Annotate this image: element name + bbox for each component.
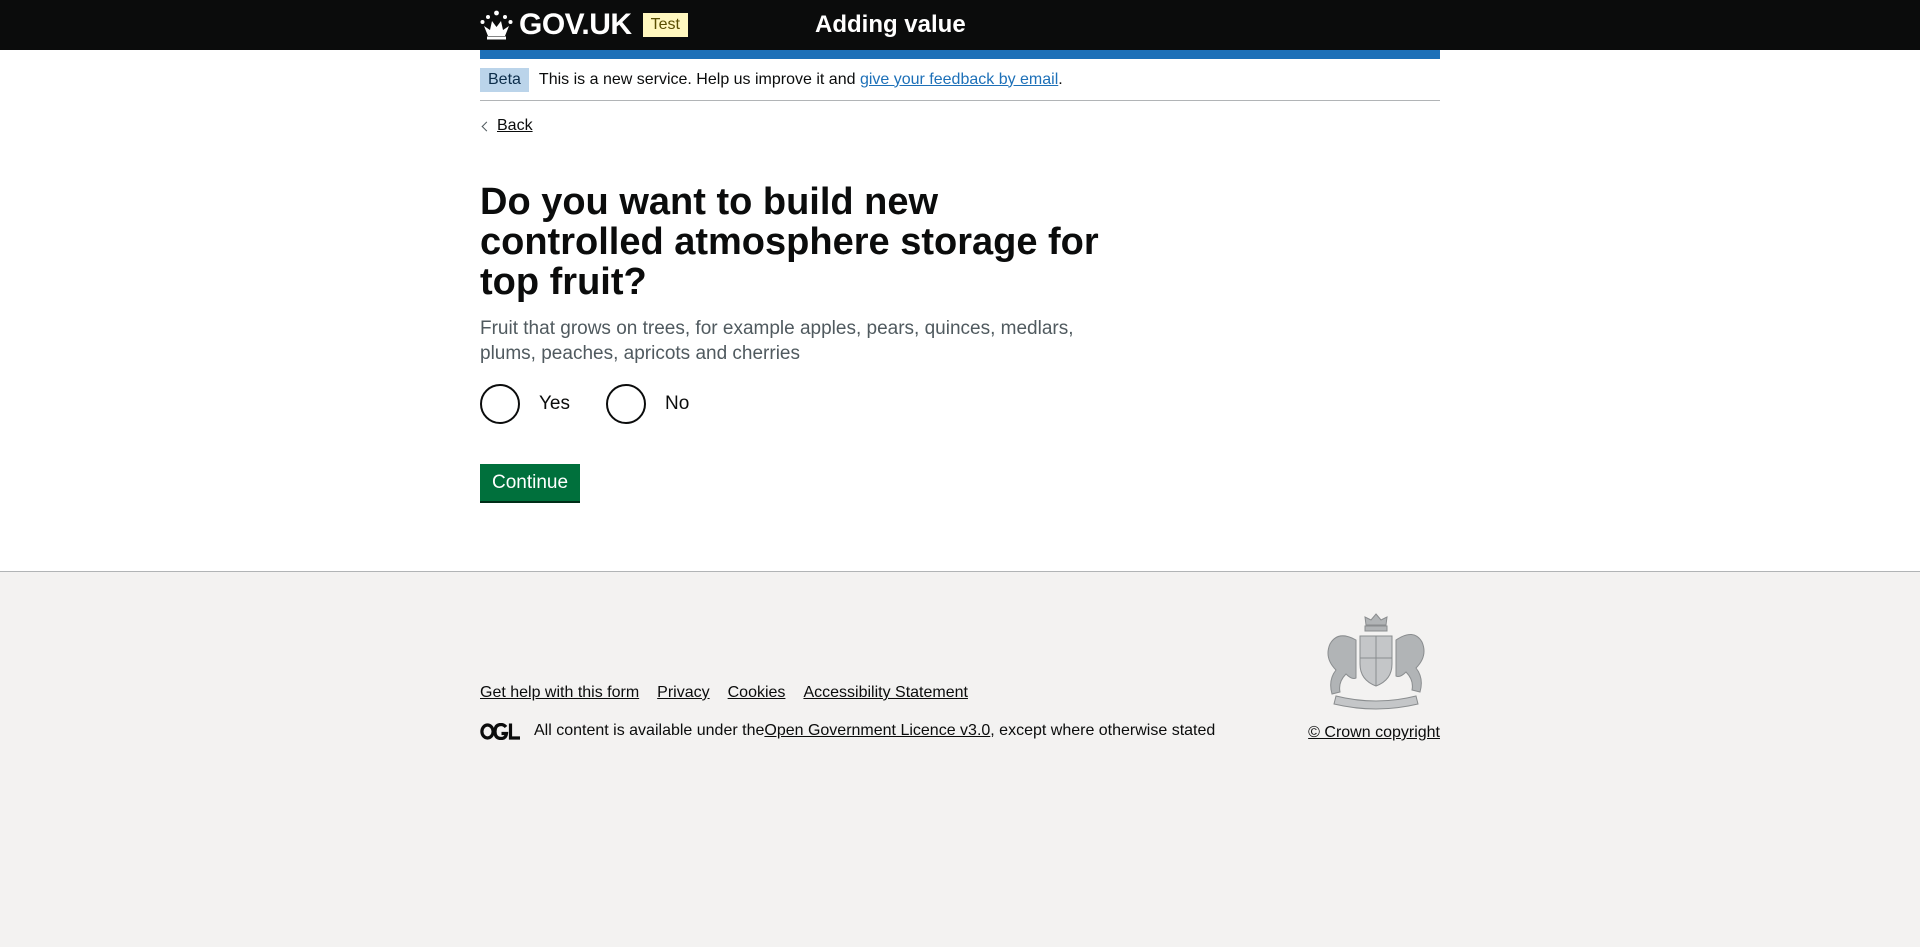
header-blue-bar bbox=[480, 50, 1440, 59]
licence-link[interactable]: Open Government Licence v3.0 bbox=[764, 722, 990, 740]
licence-before: All content is available under the bbox=[534, 722, 765, 739]
page-title: Do you want to build new controlled atmo… bbox=[480, 181, 1099, 303]
question-hint: Fruit that grows on trees, for example a… bbox=[480, 318, 1074, 364]
crown-icon bbox=[480, 10, 513, 40]
radio-group: Yes No bbox=[480, 384, 1440, 424]
feedback-link[interactable]: give your feedback by email bbox=[860, 71, 1058, 88]
site-header: GOV.UK Test Adding value bbox=[0, 0, 1920, 50]
logo-text: GOV.UK bbox=[519, 8, 632, 41]
footer-link-cookies[interactable]: Cookies bbox=[728, 684, 786, 702]
site-footer: Get help with this form Privacy Cookies … bbox=[0, 571, 1920, 947]
environment-tag: Test bbox=[642, 13, 688, 37]
radio-no[interactable]: No bbox=[606, 384, 689, 424]
phase-banner-text: This is a new service. Help us improve i… bbox=[539, 71, 1063, 89]
radio-no-label[interactable]: No bbox=[665, 393, 689, 415]
service-name-link[interactable]: Adding value bbox=[815, 11, 966, 39]
radio-yes-label[interactable]: Yes bbox=[539, 393, 570, 415]
royal-coat-of-arms-icon bbox=[1327, 613, 1425, 710]
phase-banner: Beta This is a new service. Help us impr… bbox=[480, 59, 1440, 101]
phase-text-after: . bbox=[1058, 70, 1063, 88]
licence-text: All content is available under the Open … bbox=[480, 722, 1215, 740]
back-link[interactable]: Back bbox=[480, 117, 533, 135]
footer-link-help[interactable]: Get help with this form bbox=[480, 684, 639, 702]
ogl-logo-icon bbox=[480, 722, 520, 740]
beta-tag: Beta bbox=[480, 67, 529, 92]
govuk-logo-link[interactable]: GOV.UK bbox=[480, 8, 632, 42]
radio-yes[interactable]: Yes bbox=[480, 384, 570, 424]
main-content: Back Do you want to build new controlled… bbox=[480, 101, 1440, 571]
back-link-label: Back bbox=[497, 117, 533, 134]
footer-link-accessibility[interactable]: Accessibility Statement bbox=[803, 684, 968, 702]
continue-button[interactable]: Continue bbox=[480, 464, 581, 501]
phase-text-before: This is a new service. Help us improve i… bbox=[538, 70, 860, 88]
chevron-left-icon bbox=[481, 121, 492, 131]
footer-links: Get help with this form Privacy Cookies … bbox=[480, 684, 986, 702]
crown-copyright-link[interactable]: © Crown copyright bbox=[1308, 724, 1440, 742]
radio-yes-input[interactable] bbox=[480, 384, 520, 424]
radio-no-input[interactable] bbox=[606, 384, 646, 424]
licence-after: , except where otherwise stated bbox=[990, 722, 1216, 739]
footer-link-privacy[interactable]: Privacy bbox=[657, 684, 709, 702]
